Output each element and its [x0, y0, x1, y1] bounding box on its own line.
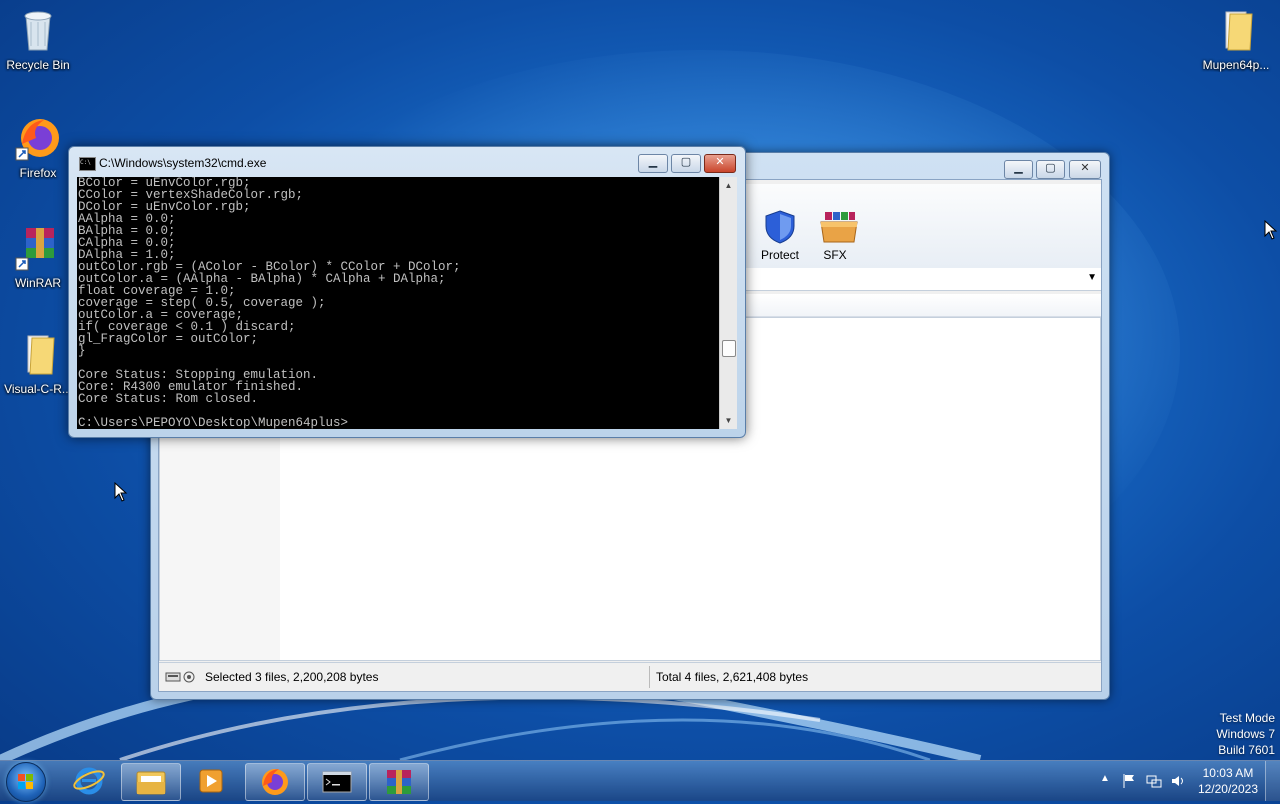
system-tray: ▲ 10:03 AM 12/20/2023: [1090, 761, 1280, 801]
close-button[interactable]: ✕: [704, 154, 736, 173]
network-icon[interactable]: [1146, 773, 1162, 789]
shield-icon: [764, 210, 796, 244]
clock-time: 10:03 AM: [1202, 766, 1254, 780]
test-mode-watermark: Test Mode Windows 7 Build 7601: [1216, 711, 1275, 757]
taskbar-cmd[interactable]: [307, 763, 367, 801]
protect-label: Protect: [760, 248, 799, 262]
firefox-icon: [14, 114, 62, 162]
sfx-button[interactable]: SFX: [807, 210, 863, 262]
cmd-icon: [322, 771, 352, 793]
scroll-up-arrow-icon[interactable]: ▲: [720, 177, 737, 194]
maximize-button[interactable]: ▢: [671, 154, 701, 173]
mouse-cursor-icon: [114, 482, 128, 502]
media-player-icon: [199, 769, 223, 793]
console-line: }: [78, 344, 86, 358]
desktop-icon-label: Mupen64p...: [1202, 58, 1270, 72]
status-selected: Selected 3 files, 2,200,208 bytes: [205, 670, 379, 684]
taskbar: ▲ 10:03 AM 12/20/2023: [0, 760, 1280, 802]
console-line: Core Status: Rom closed.: [78, 392, 259, 406]
taskbar-winrar[interactable]: [369, 763, 429, 801]
show-hidden-icons-icon[interactable]: ▲: [1100, 773, 1110, 784]
minimize-button[interactable]: ▁: [1004, 160, 1033, 179]
desktop-icon-firefox[interactable]: Firefox: [0, 114, 76, 180]
winrar-icon: [387, 770, 411, 794]
flag-icon[interactable]: [1122, 773, 1136, 789]
status-bar: Selected 3 files, 2,200,208 bytes Total …: [159, 662, 1101, 691]
winrar-icon: [14, 224, 62, 272]
recycle-bin-icon: [14, 6, 62, 54]
console-line: gl_FragColor = outColor;: [78, 332, 259, 346]
vertical-scrollbar[interactable]: ▲ ▼: [719, 177, 737, 429]
cmd-icon: C:\: [79, 157, 96, 171]
explorer-icon: [136, 771, 166, 795]
chevron-down-icon[interactable]: ▼: [1087, 272, 1097, 283]
desktop-icon-mupen64[interactable]: Mupen64p...: [1198, 6, 1274, 72]
firefox-icon: [262, 769, 288, 795]
taskbar-media-player[interactable]: [182, 763, 240, 799]
desktop-icon-recycle-bin[interactable]: Recycle Bin: [0, 6, 76, 72]
console-prompt[interactable]: C:\Users\PEPOYO\Desktop\Mupen64plus>: [77, 417, 719, 429]
minimize-button[interactable]: ▁: [638, 154, 668, 173]
windows-logo-icon: [18, 774, 33, 789]
show-desktop-button[interactable]: [1265, 761, 1280, 801]
start-button[interactable]: [6, 762, 46, 802]
desktop-icon-label: WinRAR: [14, 276, 61, 290]
taskbar-explorer[interactable]: [121, 763, 181, 801]
desktop-icon-label: Recycle Bin: [6, 58, 70, 72]
mouse-cursor-icon: [1264, 220, 1278, 240]
taskbar-firefox[interactable]: [245, 763, 305, 801]
status-total: Total 4 files, 2,621,408 bytes: [656, 670, 809, 684]
internet-explorer-icon: [73, 767, 105, 795]
desktop-icon-label: Visual-C-R...: [4, 382, 72, 396]
maximize-button[interactable]: ▢: [1036, 160, 1065, 179]
window-title: C:\Windows\system32\cmd.exe: [99, 156, 267, 170]
folder-icon: [1212, 6, 1260, 54]
cmd-window[interactable]: C:\ C:\Windows\system32\cmd.exe ▁ ▢ ✕ BC…: [68, 146, 746, 438]
close-button[interactable]: ✕: [1069, 160, 1101, 179]
desktop-icon-winrar[interactable]: WinRAR: [0, 224, 76, 290]
desktop-icon-visual-c[interactable]: Visual-C-R...: [0, 330, 76, 396]
sfx-box-icon: [819, 210, 858, 244]
clock-date: 12/20/2023: [1197, 782, 1258, 796]
volume-icon[interactable]: [1170, 773, 1186, 789]
scroll-thumb[interactable]: [722, 340, 736, 357]
sfx-label: SFX: [823, 248, 847, 262]
taskbar-internet-explorer[interactable]: [60, 763, 118, 799]
console-output[interactable]: BColor = uEnvColor.rgb; CColor = vertexS…: [77, 177, 719, 429]
folder-icon: [14, 330, 62, 378]
drive-icon: [165, 671, 195, 683]
protect-button[interactable]: Protect: [752, 210, 808, 262]
desktop-icon-label: Firefox: [19, 166, 57, 180]
scroll-down-arrow-icon[interactable]: ▼: [720, 412, 737, 429]
clock[interactable]: 10:03 AM 12/20/2023: [1198, 765, 1258, 797]
